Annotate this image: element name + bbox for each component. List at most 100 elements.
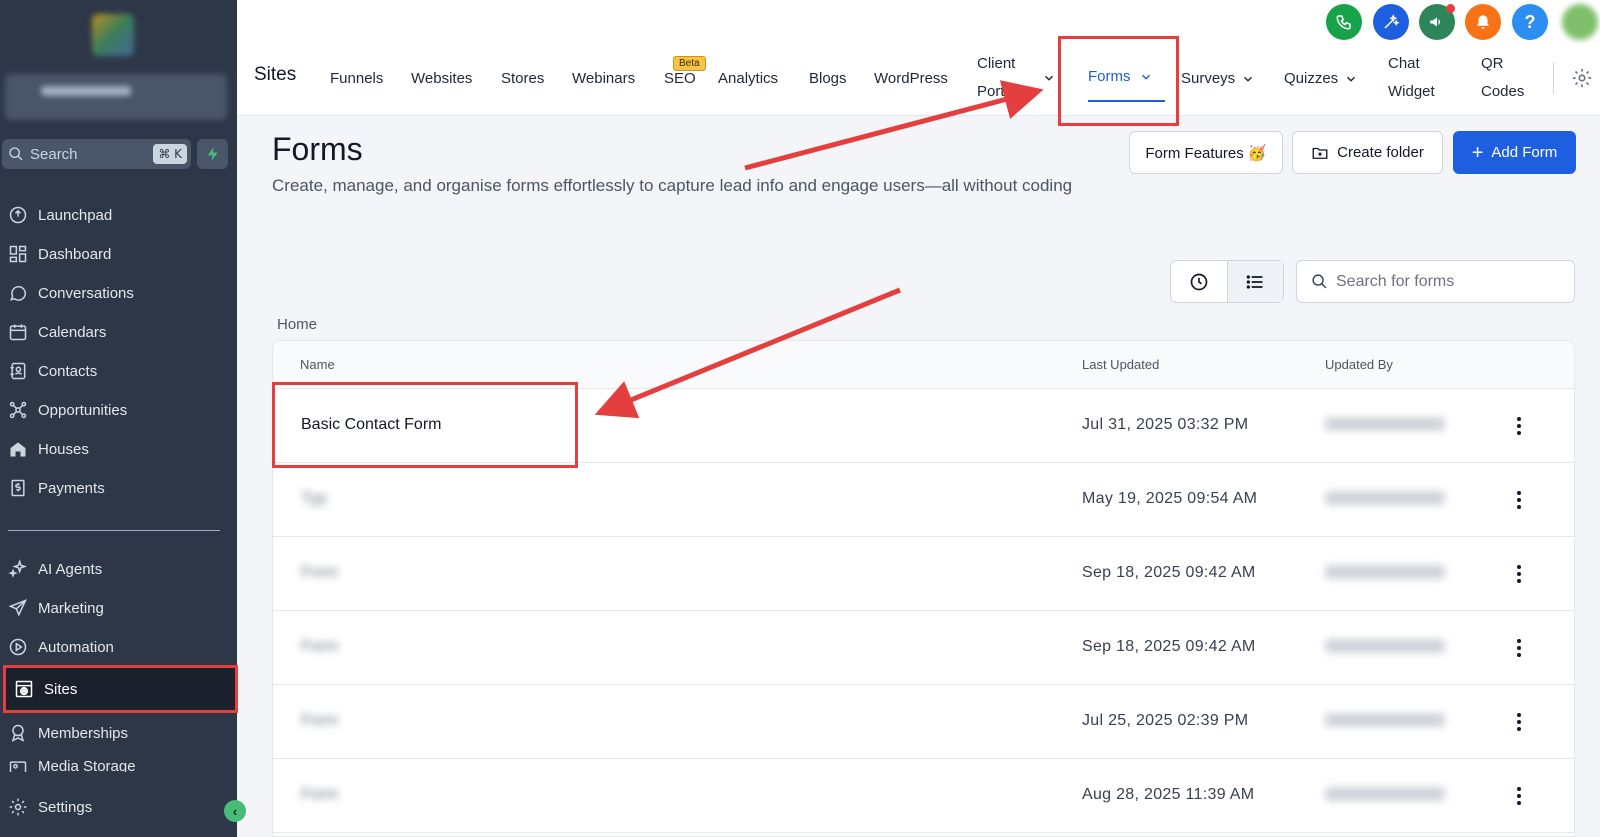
sidebar-item-dashboard[interactable]: Dashboard [0,238,237,270]
tab-funnels[interactable]: Funnels [330,70,383,87]
notifications-button[interactable] [1465,4,1501,40]
table-row[interactable]: Form Aug 28, 2025 11:39 AM [273,759,1574,833]
company-logo[interactable] [92,14,134,56]
tab-qr-codes[interactable]: QR Codes [1481,50,1524,106]
basic-contact-form-highlight-box [272,382,578,468]
sidebar-item-media-storage[interactable]: Media Storage [0,756,237,772]
tab-chat-widget-line2: Widget [1388,83,1435,100]
ai-assistant-button[interactable] [1373,4,1409,40]
tab-surveys[interactable]: Surveys [1181,70,1255,87]
breadcrumb[interactable]: Home [277,316,317,333]
sidebar-item-label: Marketing [38,599,104,617]
sidebar-item-contacts[interactable]: Contacts [0,355,237,387]
sidebar-item-memberships[interactable]: Memberships [0,717,237,749]
recent-view-button[interactable] [1171,261,1227,302]
form-name-redacted[interactable]: Form [301,712,338,730]
table-row[interactable]: Form Sep 18, 2025 09:42 AM [273,537,1574,611]
house-icon [10,442,26,457]
tab-quizzes[interactable]: Quizzes [1284,70,1358,87]
sidebar-item-sites[interactable]: Sites [3,665,238,713]
row-menu-button[interactable] [1509,485,1529,515]
form-features-button[interactable]: Form Features 🥳 [1129,131,1283,174]
sidebar-item-label: Calendars [38,323,107,341]
sidebar-item-launchpad[interactable]: Launchpad [0,199,237,231]
send-icon [8,599,27,617]
tab-client-portal-line2: Portal [977,83,1017,100]
sidebar-item-label: Launchpad [38,206,113,224]
search-forms-field [1296,260,1575,303]
sidebar-search-label: Search [30,145,78,163]
form-name-redacted[interactable]: Form [301,564,338,582]
chevron-down-icon [1045,75,1054,81]
form-name-redacted[interactable]: Typ [301,490,327,508]
form-name-redacted[interactable]: Form [301,638,338,656]
account-switcher[interactable] [5,74,227,120]
quick-actions-button[interactable] [197,139,228,169]
grid-icon [9,245,27,263]
updated-by-redacted [1325,565,1445,579]
last-updated: Aug 28, 2025 11:39 AM [1082,786,1255,803]
row-menu-button[interactable] [1509,411,1529,441]
sidebar-item-automation[interactable]: Automation [0,631,237,663]
create-folder-button[interactable]: Create folder [1292,131,1443,174]
sidebar-item-opportunities[interactable]: Opportunities [0,394,237,426]
row-menu-button[interactable] [1509,781,1529,811]
sidebar-item-label: Automation [38,638,114,656]
table-row[interactable]: Form Jul 25, 2025 02:39 PM [273,685,1574,759]
table-row[interactable]: Form Sep 18, 2025 09:42 AM [273,611,1574,685]
create-folder-label: Create folder [1337,144,1424,161]
megaphone-icon [1430,17,1440,27]
notification-dot [1446,4,1455,13]
tab-client-portal[interactable]: Client Portal [977,50,1056,106]
invoice-icon [11,479,25,497]
bell-icon [1477,15,1489,29]
column-header-updated-by[interactable]: Updated By [1325,357,1393,372]
lightning-icon [207,147,218,161]
tab-stores[interactable]: Stores [501,70,544,87]
form-features-label: Form Features 🥳 [1145,144,1267,162]
kebab-menu-icon [1517,491,1521,509]
sidebar-item-ai-agents[interactable]: AI Agents [0,553,237,585]
form-name-redacted[interactable]: Form [301,786,338,804]
tab-analytics[interactable]: Analytics [718,70,778,87]
view-toggle [1170,260,1284,303]
folder-plus-icon [1312,147,1328,159]
row-menu-button[interactable] [1509,707,1529,737]
sidebar-item-settings[interactable]: Settings [0,791,237,823]
sidebar-item-marketing[interactable]: Marketing [0,592,237,624]
tab-qr-codes-line1: QR [1481,55,1504,72]
row-menu-button[interactable] [1509,559,1529,589]
question-icon: ? [1524,11,1536,32]
phone-button[interactable] [1326,4,1362,40]
magic-wand-icon [1384,14,1400,29]
sidebar-search[interactable]: Search ⌘ K [2,139,191,169]
column-header-name[interactable]: Name [300,357,335,372]
tab-blogs[interactable]: Blogs [809,70,847,87]
help-button[interactable]: ? [1512,4,1548,40]
search-forms-input[interactable] [1336,272,1566,291]
sidebar-item-label: Opportunities [38,401,128,419]
page-title: Forms [272,131,363,167]
play-icon [9,638,27,656]
sidebar-item-conversations[interactable]: Conversations [0,277,237,309]
sidebar-item-payments[interactable]: Payments [0,472,237,504]
collapse-sidebar-button[interactable]: ‹ [224,800,246,822]
network-icon [9,401,27,419]
tab-websites[interactable]: Websites [411,70,472,87]
column-header-last-updated[interactable]: Last Updated [1082,357,1159,372]
tab-chat-widget[interactable]: Chat Widget [1388,50,1435,106]
sidebar-item-calendars[interactable]: Calendars [0,316,237,348]
user-avatar[interactable] [1562,4,1598,40]
settings-gear-icon[interactable] [1571,67,1593,89]
tab-seo[interactable]: SEO [664,70,696,87]
announcements-button[interactable] [1419,4,1455,40]
list-view-button[interactable] [1226,261,1283,302]
sidebar-item-houses[interactable]: Houses [0,433,237,465]
sidebar-item-label: Dashboard [38,245,112,263]
row-menu-button[interactable] [1509,633,1529,663]
add-form-button[interactable]: + Add Form [1453,131,1576,174]
tab-webinars[interactable]: Webinars [572,70,635,87]
table-row[interactable]: Typ May 19, 2025 09:54 AM [273,463,1574,537]
tab-wordpress[interactable]: WordPress [874,70,948,87]
last-updated: Sep 18, 2025 09:42 AM [1082,564,1256,581]
